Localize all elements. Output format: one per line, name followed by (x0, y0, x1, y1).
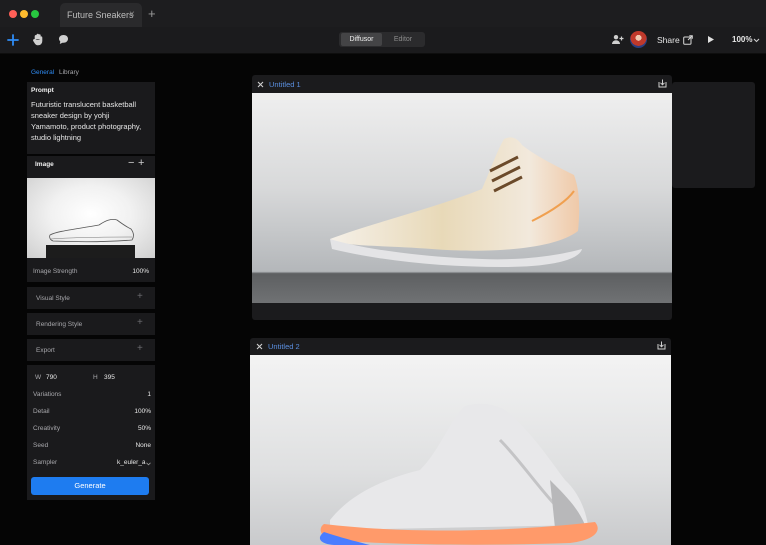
share-label[interactable]: Share (657, 35, 680, 45)
expand-plus-icon[interactable]: + (137, 317, 143, 328)
add-user-icon[interactable] (611, 34, 624, 45)
close-icon[interactable] (256, 343, 263, 350)
prompt-text[interactable]: Futuristic translucent basketball sneake… (31, 99, 147, 143)
prompt-panel: Prompt Futuristic translucent basketball… (27, 82, 155, 154)
parameters-panel: W 790 H 395 Variations 1 Detail 100% Cre… (27, 365, 155, 500)
visual-style-section[interactable]: Visual Style + (27, 287, 155, 309)
plus-icon[interactable]: + (138, 157, 144, 169)
tab-library[interactable]: Library (59, 69, 79, 76)
height-field[interactable]: 395 (104, 374, 115, 381)
image-strength-value: 100% (132, 268, 149, 275)
tab-editor[interactable]: Editor (384, 33, 422, 46)
expand-plus-icon[interactable]: + (137, 291, 143, 302)
minus-icon[interactable]: − (128, 157, 134, 169)
variations-value[interactable]: 1 (147, 391, 151, 398)
canvas-untitled-2: Untitled 2 (250, 338, 671, 545)
title-bar: Future Sneakers × + (0, 0, 766, 27)
tab-title: Future Sneakers (67, 10, 134, 20)
rendering-style-section[interactable]: Rendering Style + (27, 313, 155, 335)
sampler-label: Sampler (33, 459, 58, 466)
chevron-down-icon[interactable] (753, 38, 760, 43)
tab-future-sneakers[interactable]: Future Sneakers × (60, 3, 142, 27)
share-icon[interactable] (683, 35, 693, 45)
mode-switch: Diffusor Editor (339, 32, 425, 47)
height-label: H (93, 374, 98, 381)
sidebar: General Library Prompt Futuristic transl… (27, 64, 155, 500)
hand-icon[interactable] (32, 33, 44, 46)
creativity-label: Creativity (33, 425, 61, 432)
sketch-image[interactable] (27, 178, 155, 258)
tab-diffusor[interactable]: Diffusor (341, 33, 382, 46)
new-tab-button[interactable]: + (148, 6, 156, 21)
seed-label: Seed (33, 442, 49, 449)
avatar[interactable] (630, 31, 647, 48)
chevron-down-icon[interactable] (146, 462, 151, 466)
comment-icon[interactable] (58, 34, 69, 45)
background-panel (672, 82, 755, 188)
canvas-untitled-1: Untitled 1 (252, 75, 672, 320)
image-strength-label: Image Strength (33, 268, 78, 275)
zoom-level[interactable]: 100% (732, 35, 752, 44)
play-icon[interactable] (707, 35, 715, 44)
generated-sneaker-image-2[interactable] (250, 355, 671, 545)
sampler-select[interactable]: k_euler_a (117, 459, 146, 466)
width-field[interactable]: 790 (46, 374, 57, 381)
image-strength-row[interactable]: Image Strength 100% (27, 262, 155, 282)
download-icon[interactable] (657, 341, 666, 350)
download-icon[interactable] (658, 79, 667, 88)
rendering-style-label: Rendering Style (36, 321, 83, 328)
creativity-value[interactable]: 50% (138, 425, 151, 432)
close-icon[interactable] (257, 81, 264, 88)
minimize-window-button[interactable] (20, 10, 28, 18)
detail-value[interactable]: 100% (134, 408, 151, 415)
zoom-window-button[interactable] (31, 10, 39, 18)
image-panel: Image − + (27, 156, 155, 266)
seed-value[interactable]: None (135, 442, 151, 449)
toolbar: Diffusor Editor Share 100% (0, 27, 766, 54)
variations-label: Variations (33, 391, 62, 398)
width-label: W (35, 374, 42, 381)
export-section[interactable]: Export + (27, 339, 155, 361)
image-title: Image (35, 161, 54, 168)
canvas-title[interactable]: Untitled 1 (269, 80, 301, 89)
generated-sneaker-image-1[interactable] (252, 93, 672, 303)
close-window-button[interactable] (9, 10, 17, 18)
visual-style-label: Visual Style (36, 295, 70, 302)
canvas-title[interactable]: Untitled 2 (268, 342, 300, 351)
export-label: Export (36, 347, 55, 354)
add-icon[interactable] (7, 34, 19, 46)
detail-label: Detail (33, 408, 50, 415)
generate-button[interactable]: Generate (31, 477, 149, 495)
tab-general[interactable]: General (31, 69, 54, 76)
tab-close-icon[interactable]: × (129, 9, 135, 20)
prompt-title: Prompt (31, 87, 54, 94)
expand-plus-icon[interactable]: + (137, 343, 143, 354)
